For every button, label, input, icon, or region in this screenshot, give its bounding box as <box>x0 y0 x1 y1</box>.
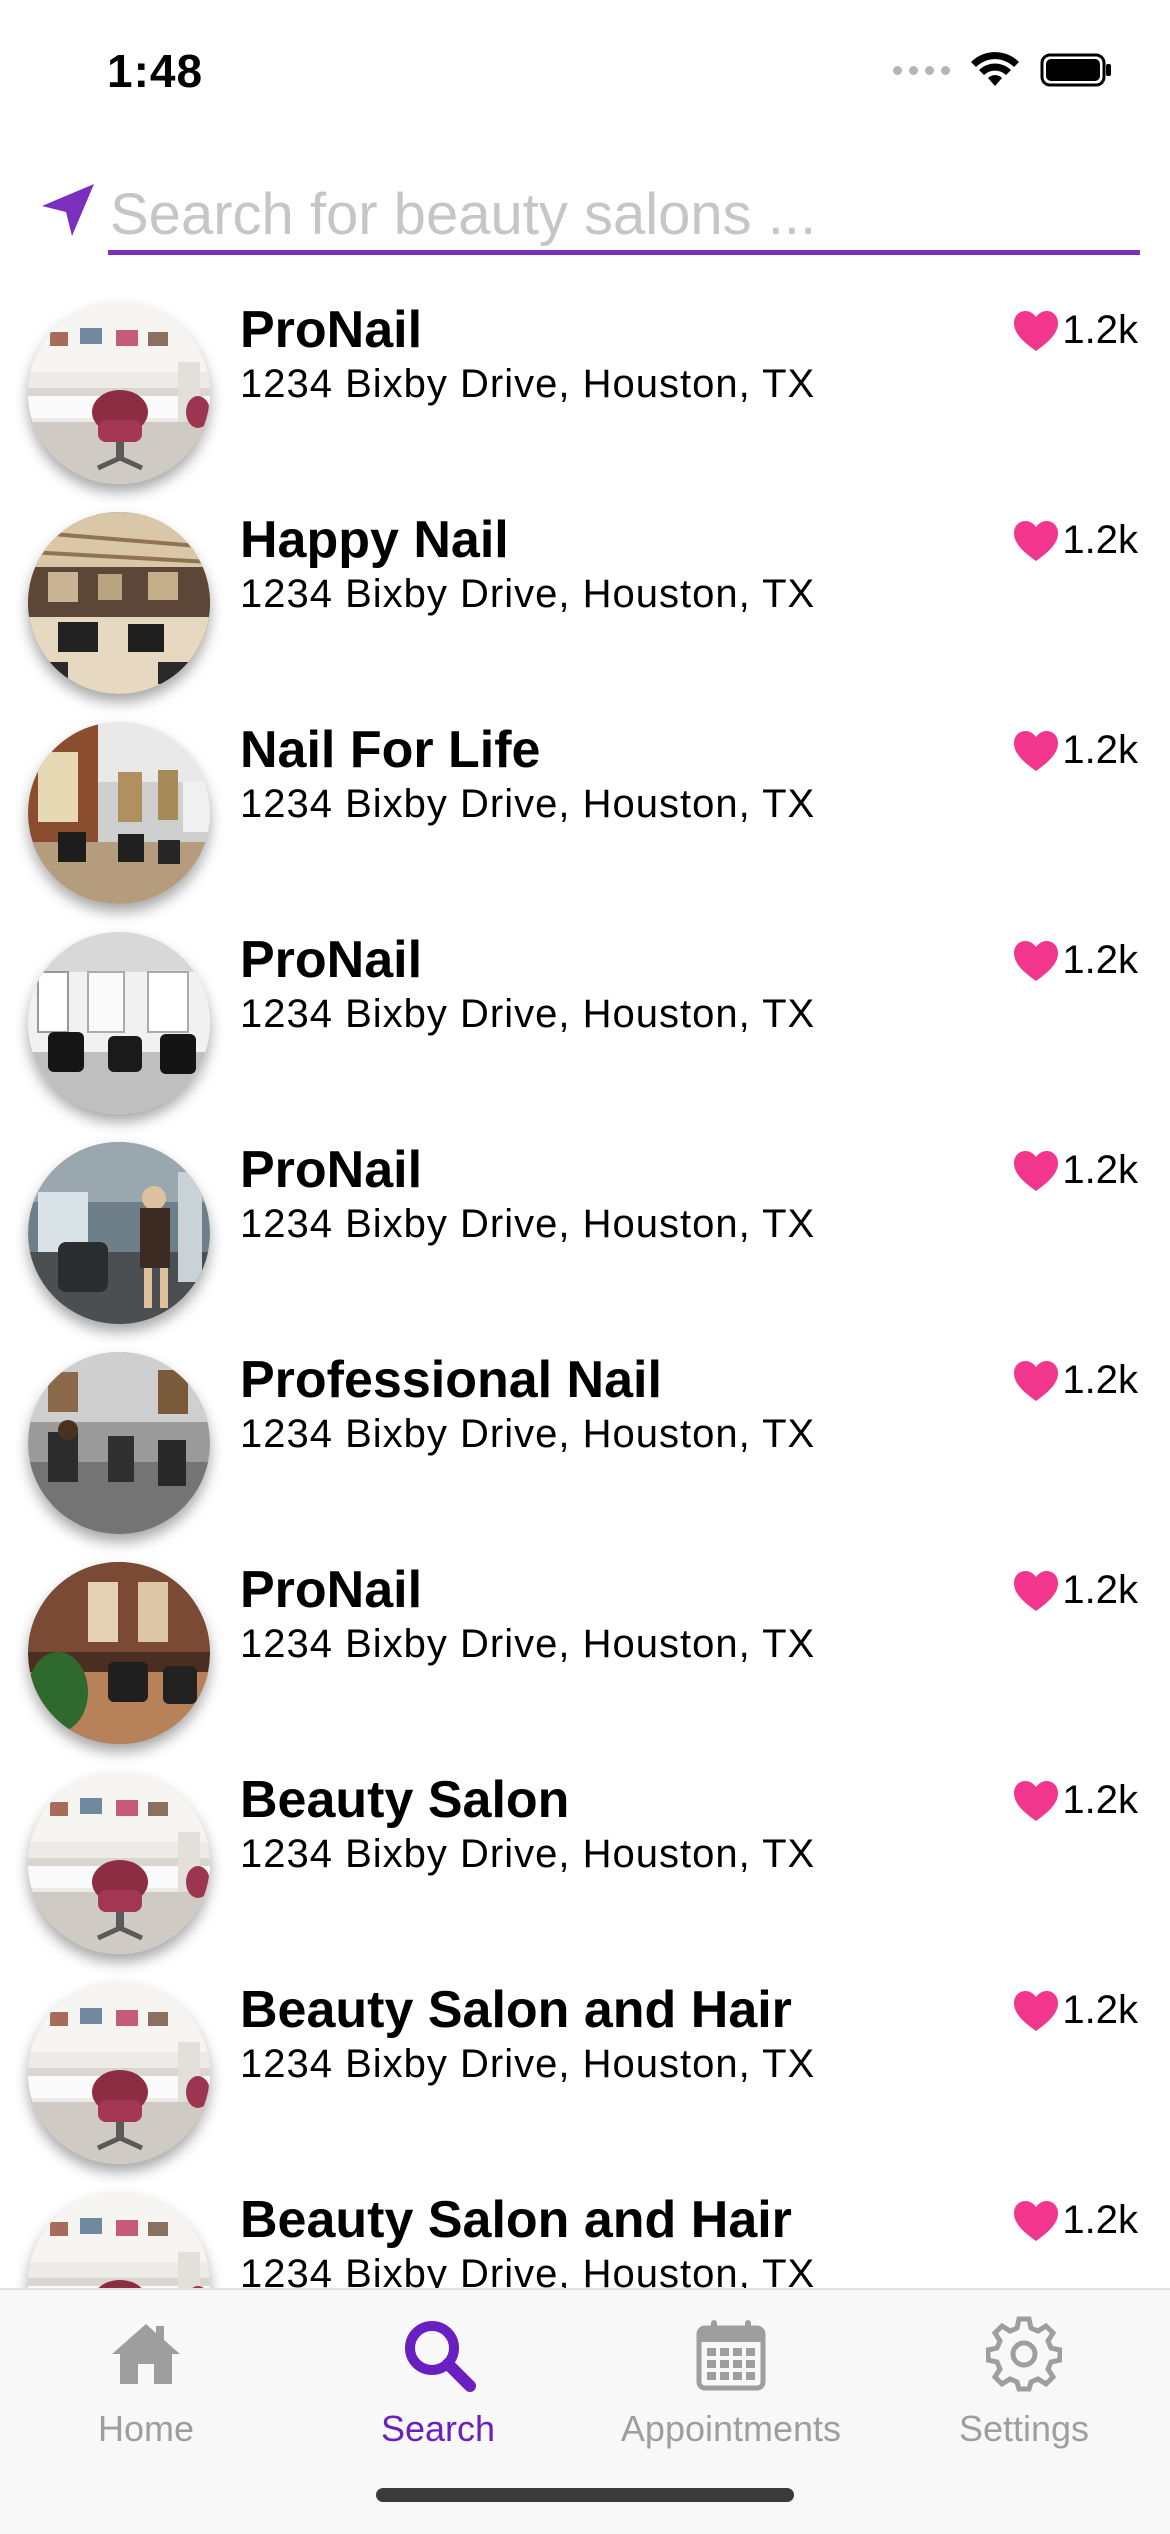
salon-address: 1234 Bixby Drive, Houston, TX <box>240 782 816 826</box>
heart-icon[interactable] <box>1012 309 1060 353</box>
salon-image <box>28 932 210 1114</box>
tab-home[interactable]: Home <box>0 2290 292 2490</box>
list-item[interactable]: ProNail 1234 Bixby Drive, Houston, TX 1.… <box>0 290 1170 500</box>
salon-address: 1234 Bixby Drive, Houston, TX <box>240 2252 816 2288</box>
tab-settings-label: Settings <box>958 2408 1090 2449</box>
salon-address: 1234 Bixby Drive, Houston, TX <box>240 1412 816 1456</box>
likes-count: 1.2k <box>1062 1778 1138 1822</box>
list-item[interactable]: Beauty Salon 1234 Bixby Drive, Houston, … <box>0 1760 1170 1970</box>
salon-name: Happy Nail <box>240 511 509 569</box>
tab-search[interactable]: Search <box>292 2290 584 2490</box>
salon-image <box>28 722 210 904</box>
heart-icon[interactable] <box>1012 1779 1060 1823</box>
heart-icon[interactable] <box>1012 729 1060 773</box>
list-item[interactable]: Happy Nail 1234 Bixby Drive, Houston, TX… <box>0 500 1170 710</box>
tab-home-label: Home <box>97 2408 195 2449</box>
salon-image <box>28 1772 210 1954</box>
likes-count: 1.2k <box>1062 1358 1138 1402</box>
search-bar <box>38 178 1140 258</box>
likes-count: 1.2k <box>1062 728 1138 772</box>
salon-address: 1234 Bixby Drive, Houston, TX <box>240 1832 816 1876</box>
heart-icon[interactable] <box>1012 519 1060 563</box>
heart-icon[interactable] <box>1012 1359 1060 1403</box>
tab-settings[interactable]: Settings <box>878 2290 1170 2490</box>
heart-icon[interactable] <box>1012 939 1060 983</box>
home-indicator <box>376 2488 794 2502</box>
salon-name: ProNail <box>240 931 423 989</box>
location-arrow-icon[interactable] <box>38 180 98 240</box>
likes[interactable]: 1.2k <box>1012 1358 1138 1403</box>
heart-icon[interactable] <box>1012 1569 1060 1613</box>
likes[interactable]: 1.2k <box>1012 308 1138 353</box>
likes-count: 1.2k <box>1062 938 1138 982</box>
tab-search-label: Search <box>380 2408 496 2449</box>
salon-address: 1234 Bixby Drive, Houston, TX <box>240 362 816 406</box>
salon-name: Beauty Salon and Hair <box>240 1981 792 2039</box>
list-item[interactable]: ProNail 1234 Bixby Drive, Houston, TX 1.… <box>0 1550 1170 1760</box>
salon-image <box>28 1982 210 2164</box>
salon-address: 1234 Bixby Drive, Houston, TX <box>240 1622 816 1666</box>
search-icon <box>405 2321 476 2392</box>
heart-icon[interactable] <box>1012 1149 1060 1193</box>
salon-address: 1234 Bixby Drive, Houston, TX <box>240 2042 816 2086</box>
likes[interactable]: 1.2k <box>1012 728 1138 773</box>
likes-count: 1.2k <box>1062 1988 1138 2032</box>
cellular-signal-icon <box>893 65 950 75</box>
likes[interactable]: 1.2k <box>1012 1778 1138 1823</box>
list-item[interactable]: Beauty Salon and Hair 1234 Bixby Drive, … <box>0 1970 1170 2180</box>
likes-count: 1.2k <box>1062 1568 1138 1612</box>
calendar-icon <box>696 2320 766 2391</box>
salon-address: 1234 Bixby Drive, Houston, TX <box>240 572 816 616</box>
salon-name: Beauty Salon and Hair <box>240 2191 792 2249</box>
salon-name: ProNail <box>240 301 423 359</box>
tab-appointments[interactable]: Appointments <box>585 2290 877 2490</box>
battery-icon <box>1040 53 1111 87</box>
salon-address: 1234 Bixby Drive, Houston, TX <box>240 1202 816 1246</box>
salon-name: Beauty Salon <box>240 1771 570 1829</box>
likes[interactable]: 1.2k <box>1012 1988 1138 2033</box>
list-item[interactable]: ProNail 1234 Bixby Drive, Houston, TX 1.… <box>0 1130 1170 1340</box>
list-item[interactable]: Professional Nail 1234 Bixby Drive, Hous… <box>0 1340 1170 1550</box>
salon-list[interactable]: ProNail 1234 Bixby Drive, Houston, TX 1.… <box>0 290 1170 2288</box>
likes-count: 1.2k <box>1062 1148 1138 1192</box>
salon-image <box>28 2192 210 2288</box>
list-item[interactable]: Nail For Life 1234 Bixby Drive, Houston,… <box>0 710 1170 920</box>
status-time: 1:48 <box>107 45 204 97</box>
salon-address: 1234 Bixby Drive, Houston, TX <box>240 992 816 1036</box>
list-item[interactable]: ProNail 1234 Bixby Drive, Houston, TX 1.… <box>0 920 1170 1130</box>
wifi-icon <box>971 52 1019 86</box>
salon-image <box>28 1352 210 1534</box>
likes[interactable]: 1.2k <box>1012 518 1138 563</box>
likes[interactable]: 1.2k <box>1012 1148 1138 1193</box>
search-input[interactable] <box>108 178 1140 255</box>
salon-name: ProNail <box>240 1141 423 1199</box>
likes-count: 1.2k <box>1062 518 1138 562</box>
status-bar: 1:48 <box>0 0 1170 150</box>
likes[interactable]: 1.2k <box>1012 2198 1138 2243</box>
home-icon <box>112 2324 180 2384</box>
salon-image <box>28 1142 210 1324</box>
heart-icon[interactable] <box>1012 1989 1060 2033</box>
status-icons <box>893 52 1114 88</box>
likes[interactable]: 1.2k <box>1012 1568 1138 1613</box>
salon-image <box>28 302 210 484</box>
salon-name: Professional Nail <box>240 1351 662 1409</box>
tab-appointments-label: Appointments <box>620 2408 842 2449</box>
likes[interactable]: 1.2k <box>1012 938 1138 983</box>
list-item[interactable]: Beauty Salon and Hair 1234 Bixby Drive, … <box>0 2180 1170 2288</box>
salon-name: ProNail <box>240 1561 423 1619</box>
gear-icon <box>986 2316 1062 2392</box>
salon-image <box>28 1562 210 1744</box>
salon-image <box>28 512 210 694</box>
salon-name: Nail For Life <box>240 721 541 779</box>
likes-count: 1.2k <box>1062 308 1138 352</box>
heart-icon[interactable] <box>1012 2199 1060 2243</box>
likes-count: 1.2k <box>1062 2198 1138 2242</box>
